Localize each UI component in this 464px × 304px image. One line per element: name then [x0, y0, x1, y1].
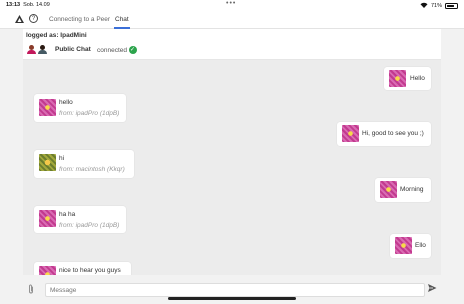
top-navigation: ? Connecting to a Peer Chat	[0, 10, 464, 29]
message-sender: from: macintosh (Kkqr)	[59, 166, 125, 173]
identicon-avatar	[380, 181, 397, 198]
message-outgoing: Ello	[390, 234, 431, 258]
wifi-icon	[420, 2, 428, 10]
participant-avatars	[27, 45, 47, 54]
identicon-avatar	[39, 210, 56, 227]
message-incoming: ha ha from: ipadPro (1dpB)	[34, 206, 126, 233]
message-sender: from: ipadPro (1dpB)	[59, 222, 120, 229]
message-incoming: hello from: ipadPro (1dpB)	[34, 94, 126, 122]
status-indicators: 71%	[420, 2, 458, 10]
logged-as-label: logged as: IpadMini	[26, 32, 87, 39]
help-icon[interactable]: ?	[29, 14, 38, 23]
participant-man-icon	[38, 45, 47, 54]
app-logo-icon[interactable]	[15, 15, 24, 25]
identicon-avatar	[39, 99, 56, 116]
tab-chat[interactable]: Chat	[114, 16, 130, 29]
message-text: Ello	[415, 242, 426, 249]
message-outgoing: Hi, good to see you ;)	[337, 122, 431, 146]
message-sender: from: ipadPro (1dpB)	[59, 110, 120, 117]
battery-percent: 71%	[430, 3, 442, 9]
identicon-avatar	[39, 154, 56, 171]
home-indicator[interactable]	[168, 297, 296, 300]
send-icon[interactable]	[427, 283, 439, 295]
message-text: ha ha	[59, 211, 76, 218]
message-text: Hello	[410, 75, 425, 82]
multitask-dots[interactable]: •••	[226, 0, 236, 7]
message-incoming: hi from: macintosh (Kkqr)	[34, 150, 134, 178]
identicon-avatar	[395, 237, 412, 254]
message-list[interactable]: Hello hello from: ipadPro (1dpB) Hi, goo…	[23, 60, 441, 275]
identicon-avatar	[342, 125, 359, 142]
status-time: 13:13 Sob. 14.09	[6, 2, 50, 8]
message-input[interactable]	[45, 283, 425, 297]
connected-check-icon: ✓	[128, 46, 137, 54]
connection-status: connected ✓	[97, 46, 137, 54]
paperclip-icon[interactable]	[28, 284, 34, 296]
room-name: Public Chat	[55, 46, 91, 53]
message-text: hello	[59, 99, 73, 106]
message-incoming: nice to hear you guys	[34, 262, 131, 275]
identicon-avatar	[389, 70, 406, 87]
battery-icon	[445, 3, 458, 9]
chat-header: logged as: IpadMini Public Chat connecte…	[23, 29, 441, 60]
message-outgoing: Morning	[375, 178, 431, 202]
tab-connecting[interactable]: Connecting to a Peer	[49, 16, 110, 23]
identicon-avatar	[39, 266, 56, 275]
message-text: Hi, good to see you ;)	[362, 130, 424, 137]
message-text: nice to hear you guys	[59, 267, 121, 274]
status-bar: 13:13 Sob. 14.09 ••• 71%	[0, 0, 464, 10]
message-text: Morning	[400, 186, 424, 193]
message-outgoing: Hello	[384, 67, 431, 90]
participant-woman-icon	[27, 45, 36, 54]
message-text: hi	[59, 155, 65, 162]
